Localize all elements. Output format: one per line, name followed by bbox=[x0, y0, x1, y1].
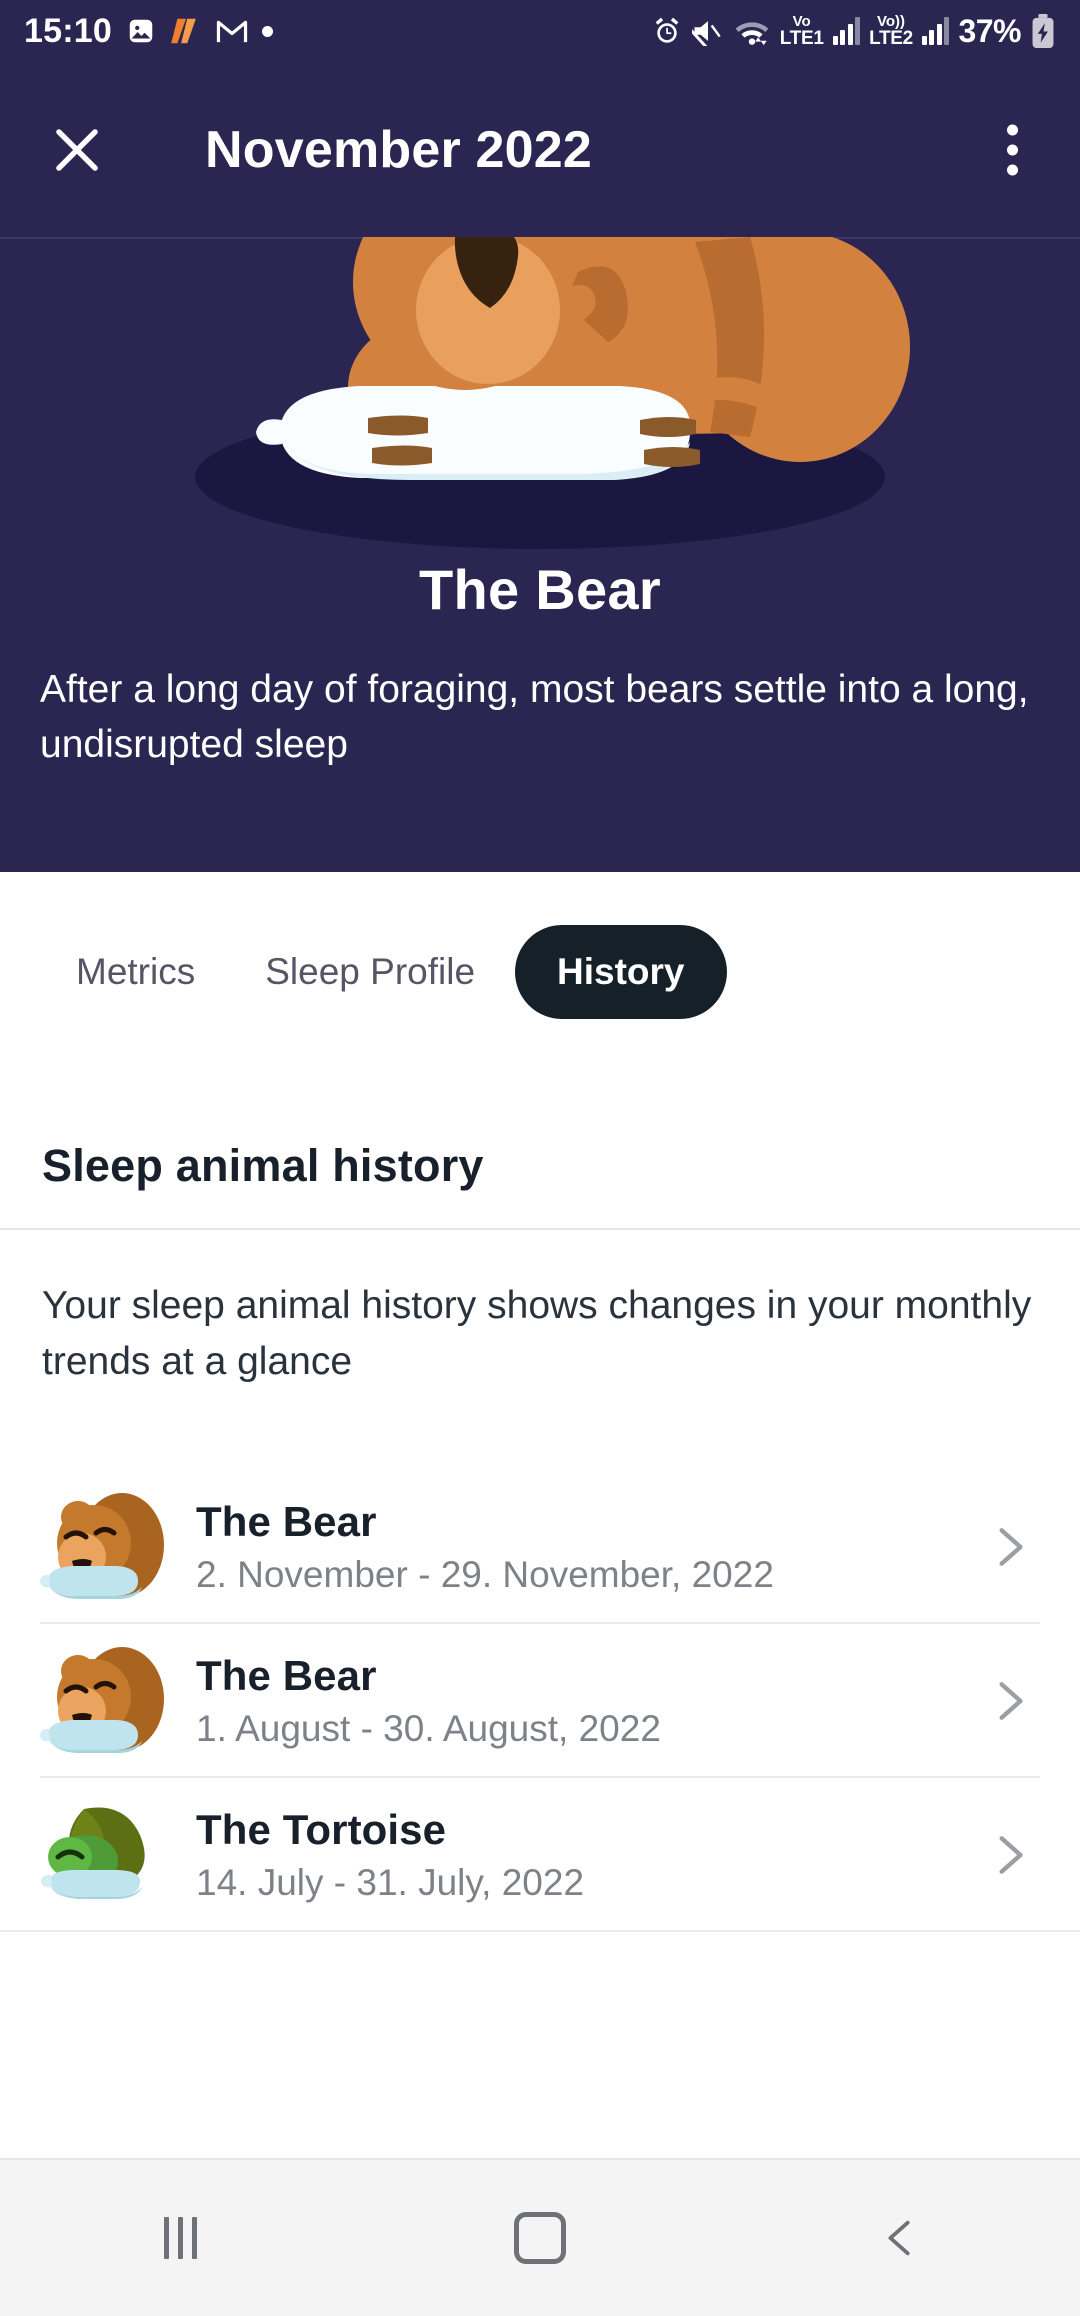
list-item-text: The Bear 2. November - 29. November, 202… bbox=[170, 1498, 980, 1597]
status-bar-left: 15:10 bbox=[24, 14, 273, 48]
chevron-right-icon[interactable] bbox=[980, 1671, 1040, 1731]
signal-bars-2 bbox=[921, 17, 950, 45]
network-lte1-label: Vo LTE1 bbox=[779, 13, 824, 49]
network-lte2-label: Vo)) LTE2 bbox=[869, 13, 913, 49]
mute-icon bbox=[691, 16, 724, 46]
tortoise-icon bbox=[40, 1795, 170, 1915]
home-icon[interactable] bbox=[480, 2193, 600, 2283]
section-divider bbox=[0, 1228, 1080, 1230]
list-item[interactable]: The Bear 2. November - 29. November, 202… bbox=[0, 1470, 1080, 1624]
history-list: The Bear 2. November - 29. November, 202… bbox=[0, 1470, 1080, 1932]
system-nav-bar bbox=[0, 2158, 1080, 2316]
status-time: 15:10 bbox=[24, 12, 112, 50]
section-title: Sleep animal history bbox=[42, 1140, 484, 1191]
chevron-right-icon[interactable] bbox=[980, 1517, 1040, 1577]
list-item-text: The Bear 1. August - 30. August, 2022 bbox=[170, 1652, 980, 1751]
app-bar: November 2022 bbox=[0, 62, 1080, 237]
photo-icon bbox=[126, 16, 156, 46]
list-item-title: The Bear bbox=[196, 1497, 377, 1545]
hero-description: After a long day of foraging, most bears… bbox=[40, 668, 1029, 767]
phone-screen: 15:10 Vo LTE1 Vo)) LTE2 37% November 202… bbox=[0, 0, 1080, 2316]
bear-icon bbox=[40, 1487, 170, 1607]
tab-metrics[interactable]: Metrics bbox=[46, 925, 225, 1019]
alarm-icon bbox=[651, 15, 683, 47]
tab-sleep-profile[interactable]: Sleep Profile bbox=[235, 925, 505, 1019]
sleeping-bear-illustration bbox=[110, 237, 970, 552]
recents-icon[interactable] bbox=[120, 2193, 240, 2283]
list-item-daterange: 2. November - 29. November, 2022 bbox=[196, 1553, 774, 1595]
tab-history[interactable]: History bbox=[515, 925, 727, 1019]
close-icon[interactable] bbox=[46, 119, 108, 181]
bear-icon bbox=[40, 1641, 170, 1761]
gmail-icon bbox=[216, 16, 248, 46]
hero-title: The Bear bbox=[418, 558, 662, 621]
status-bar-right: Vo LTE1 Vo)) LTE2 37% bbox=[651, 13, 1056, 50]
status-bar: 15:10 Vo LTE1 Vo)) LTE2 37% bbox=[0, 0, 1080, 62]
signal-bars-1 bbox=[832, 17, 861, 45]
list-item-text: The Tortoise 14. July - 31. July, 2022 bbox=[170, 1806, 980, 1905]
back-icon[interactable] bbox=[840, 2193, 960, 2283]
dot-icon bbox=[261, 25, 273, 37]
chevron-right-icon[interactable] bbox=[980, 1825, 1040, 1885]
list-divider bbox=[0, 1930, 1080, 1932]
hero-section: The Bear After a long day of foraging, m… bbox=[0, 237, 1080, 872]
list-item[interactable]: The Tortoise 14. July - 31. July, 2022 bbox=[0, 1778, 1080, 1932]
battery-charging-icon bbox=[1030, 14, 1056, 48]
heart-activity-icon bbox=[170, 16, 202, 46]
list-item[interactable]: The Bear 1. August - 30. August, 2022 bbox=[0, 1624, 1080, 1778]
list-item-title: The Bear bbox=[196, 1651, 377, 1699]
tab-bar: Metrics Sleep Profile History bbox=[0, 872, 1080, 1072]
page-title: November 2022 bbox=[205, 120, 593, 179]
list-item-daterange: 1. August - 30. August, 2022 bbox=[196, 1707, 661, 1749]
section-description: Your sleep animal history shows changes … bbox=[42, 1284, 1032, 1383]
wifi-icon bbox=[733, 15, 771, 47]
battery-percent: 37% bbox=[958, 12, 1021, 49]
list-item-daterange: 14. July - 31. July, 2022 bbox=[196, 1861, 585, 1903]
overflow-menu-icon[interactable] bbox=[992, 124, 1032, 175]
list-item-title: The Tortoise bbox=[196, 1805, 447, 1853]
